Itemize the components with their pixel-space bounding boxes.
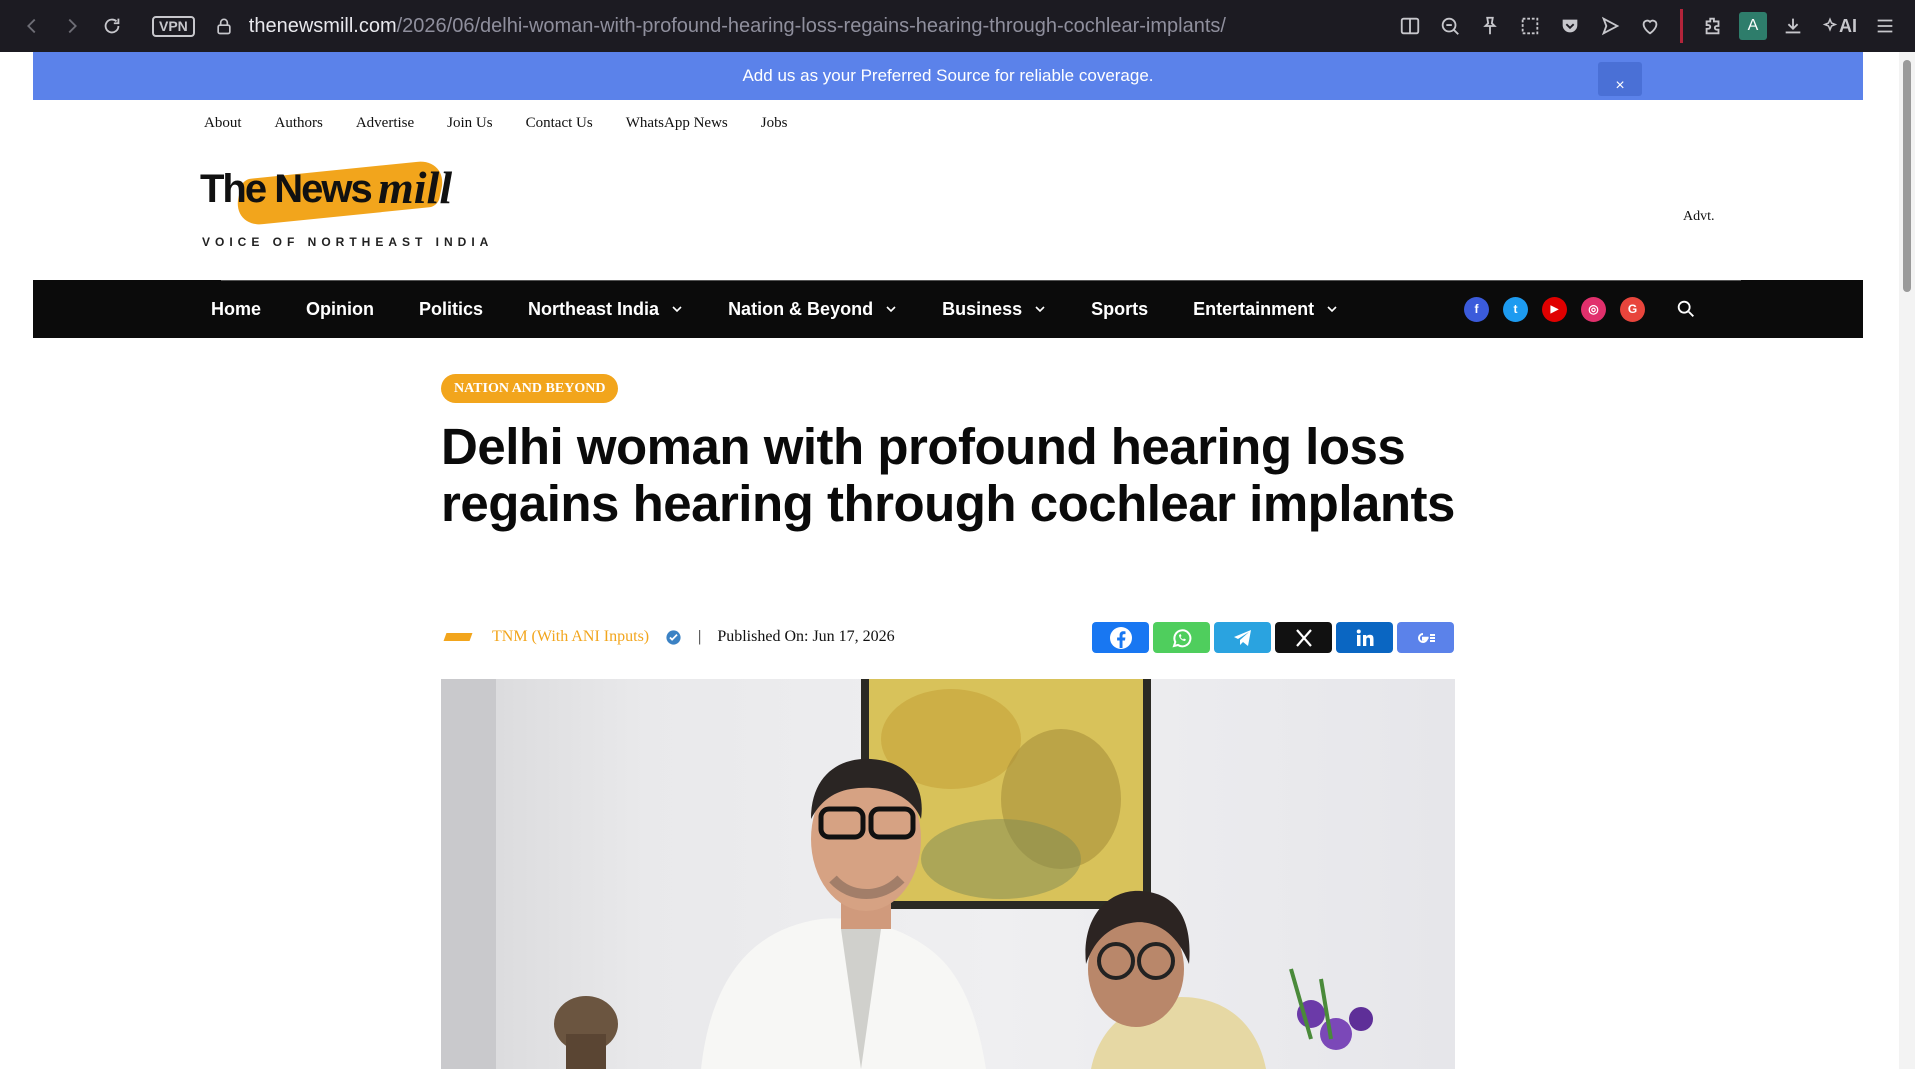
author-name[interactable]: TNM (With ANI Inputs) [492, 628, 649, 646]
top-links: About Authors Advertise Join Us Contact … [204, 115, 787, 132]
facebook-icon[interactable]: f [1464, 296, 1489, 322]
instagram-icon[interactable]: ◎ [1581, 296, 1606, 322]
byline-separator: | [698, 628, 702, 645]
telegram-icon [1233, 629, 1251, 646]
lock-icon[interactable] [213, 15, 235, 37]
reader-view-icon[interactable] [1392, 8, 1428, 44]
toolbar-separator [1680, 9, 1683, 43]
logo-script-text: mill [378, 162, 453, 213]
top-link-about[interactable]: About [204, 115, 242, 132]
main-navigation: Home Opinion Politics Northeast India Na… [33, 280, 1863, 338]
banner-close-button[interactable]: × [1598, 62, 1642, 96]
nav-item-sports[interactable]: Sports [1091, 299, 1148, 320]
nav-item-label: Home [211, 298, 262, 319]
linkedin-icon [1356, 629, 1373, 646]
nav-item-label: Nation & Beyond [728, 298, 874, 319]
top-link-advertise[interactable]: Advertise [356, 115, 414, 132]
scrollbar-thumb[interactable] [1903, 60, 1911, 292]
share-google-news-button[interactable] [1397, 622, 1454, 653]
chevron-down-icon [1327, 306, 1337, 313]
x-icon [1295, 628, 1312, 647]
banner-text: Add us as your Preferred Source for reli… [742, 66, 1154, 85]
reload-button[interactable] [92, 6, 132, 46]
share-buttons [1092, 622, 1454, 653]
extensions-icon[interactable] [1695, 8, 1731, 44]
nav-item-label: Business [942, 298, 1023, 319]
profile-button[interactable]: A [1735, 8, 1771, 44]
browser-toolbar: VPN thenewsmill.com/2026/06/delhi-woman-… [0, 0, 1915, 52]
forward-button[interactable] [52, 6, 92, 46]
nav-item-northeast-india[interactable]: Northeast India [528, 299, 683, 320]
pin-icon[interactable] [1472, 8, 1508, 44]
share-whatsapp-button[interactable] [1153, 622, 1210, 653]
profile-avatar: A [1739, 12, 1767, 40]
nav-items: Home Opinion Politics Northeast India Na… [211, 280, 1383, 338]
top-link-join-us[interactable]: Join Us [447, 115, 492, 132]
share-x-button[interactable] [1275, 622, 1332, 653]
ai-assistant-button[interactable]: AI [1815, 8, 1863, 44]
back-button[interactable] [12, 6, 52, 46]
share-linkedin-button[interactable] [1336, 622, 1393, 653]
address-bar[interactable]: thenewsmill.com/2026/06/delhi-woman-with… [249, 15, 1226, 38]
author-avatar[interactable] [441, 630, 475, 644]
chevron-down-icon [672, 306, 682, 313]
screenshot-icon[interactable] [1512, 8, 1548, 44]
verified-badge-icon [666, 629, 681, 645]
twitter-icon[interactable]: t [1503, 296, 1528, 322]
nav-item-home[interactable]: Home [211, 299, 261, 320]
chevron-down-icon [886, 306, 896, 313]
google-news-icon [1417, 632, 1435, 643]
youtube-icon[interactable]: ▶ [1542, 296, 1567, 322]
article-hero-image [441, 679, 1455, 1069]
top-link-jobs[interactable]: Jobs [761, 115, 788, 132]
zoom-out-icon[interactable] [1432, 8, 1468, 44]
article-byline: TNM (With ANI Inputs) | Published On: Ju… [441, 625, 895, 649]
article-headline: Delhi woman with profound hearing loss r… [441, 418, 1455, 532]
nav-item-label: Opinion [306, 298, 374, 319]
url-host: thenewsmill.com [248, 14, 397, 37]
hero-photo-illustration [441, 679, 1373, 1069]
whatsapp-icon [1171, 628, 1191, 647]
top-link-whatsapp-news[interactable]: WhatsApp News [626, 115, 728, 132]
nav-item-business[interactable]: Business [942, 299, 1046, 320]
social-links: f t ▶ ◎ G [1464, 280, 1697, 338]
nav-item-nation-beyond[interactable]: Nation & Beyond [728, 299, 897, 320]
share-telegram-button[interactable] [1214, 622, 1271, 653]
nav-item-label: Politics [419, 298, 484, 319]
published-date: Published On: Jun 17, 2026 [717, 628, 895, 645]
nav-item-politics[interactable]: Politics [419, 299, 483, 320]
nav-item-label: Northeast India [528, 298, 660, 319]
google-icon[interactable]: G [1620, 296, 1645, 322]
category-badge[interactable]: NATION AND BEYOND [441, 374, 619, 403]
download-icon[interactable] [1775, 8, 1811, 44]
page-scrollbar[interactable] [1899, 52, 1915, 1069]
nav-item-opinion[interactable]: Opinion [306, 299, 374, 320]
logo-tagline: VOICE OF NORTHEAST INDIA [202, 235, 494, 249]
search-icon[interactable] [1675, 298, 1697, 320]
top-link-contact-us[interactable]: Contact Us [526, 115, 593, 132]
toolbar-icons: A AI [1392, 0, 1903, 52]
advertisement-label: Advt. [1683, 209, 1715, 224]
preferred-source-banner[interactable]: Add us as your Preferred Source for reli… [33, 52, 1863, 100]
ai-label: AI [1839, 15, 1857, 36]
share-facebook-button[interactable] [1092, 622, 1149, 653]
vpn-badge[interactable]: VPN [152, 15, 195, 37]
nav-item-entertainment[interactable]: Entertainment [1193, 299, 1338, 320]
send-icon[interactable] [1592, 8, 1628, 44]
facebook-icon [1109, 626, 1132, 649]
nav-item-label: Sports [1091, 298, 1149, 319]
site-logo[interactable]: The News mill VOICE OF NORTHEAST INDIA [200, 155, 488, 250]
heart-icon[interactable] [1632, 8, 1668, 44]
nav-item-label: Entertainment [1193, 298, 1315, 319]
logo-brand-text: The News [200, 167, 373, 211]
menu-icon[interactable] [1867, 8, 1903, 44]
url-path: /2026/06/delhi-woman-with-profound-heari… [396, 14, 1226, 37]
chevron-down-icon [1035, 306, 1045, 313]
top-link-authors[interactable]: Authors [275, 115, 323, 132]
pocket-icon[interactable] [1552, 8, 1588, 44]
